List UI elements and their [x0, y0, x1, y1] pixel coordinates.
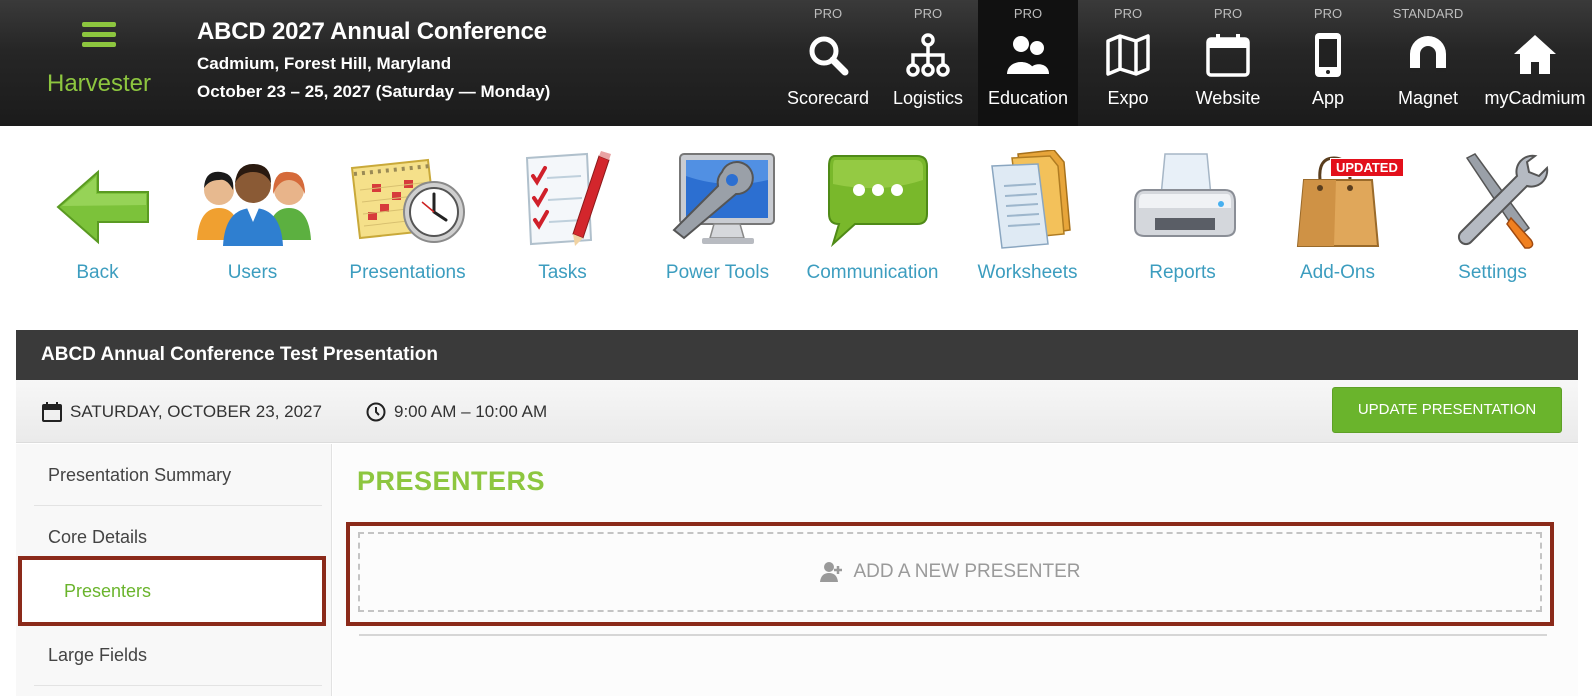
tier-badge: PRO	[1013, 6, 1043, 21]
module-label: Website	[1195, 88, 1261, 108]
tool-label: Reports	[1149, 262, 1216, 283]
date-text: SATURDAY, OCTOBER 23, 2027	[70, 402, 322, 421]
calendar-clock-icon	[350, 158, 465, 243]
module-label: App	[1311, 88, 1345, 108]
users-icon	[196, 164, 311, 246]
top-navigation-bar: Harvester ABCD 2027 Annual Conference Ca…	[0, 0, 1592, 126]
tier-badge: PRO	[813, 6, 843, 21]
module-magnet[interactable]: STANDARD Magnet	[1378, 0, 1478, 126]
tool-add-ons[interactable]: Add-Ons UPDATED	[1260, 150, 1415, 290]
event-title: ABCD 2027 Annual Conference	[197, 18, 547, 45]
tools-icon	[1457, 153, 1548, 249]
hamburger-menu-icon[interactable]	[82, 22, 116, 48]
tier-badge	[1478, 6, 1592, 22]
updated-badge: UPDATED	[1330, 158, 1404, 177]
event-location: Cadmium, Forest Hill, Maryland	[197, 54, 452, 73]
sidebar-item-presenters[interactable]: Presenters	[18, 556, 326, 626]
divider	[359, 634, 1547, 636]
add-presenter-highlight: ADD A NEW PRESENTER	[346, 522, 1554, 626]
module-app[interactable]: PRO App	[1278, 0, 1378, 126]
calendar-icon	[42, 402, 62, 422]
presentation-sidebar: Presentation Summary Core Details Presen…	[16, 444, 332, 696]
presentation-meta-bar: SATURDAY, OCTOBER 23, 2027 9:00 AM – 10:…	[16, 380, 1578, 443]
folders-icon	[990, 150, 1071, 249]
tool-label: Back	[76, 262, 119, 283]
tool-label: Worksheets	[977, 262, 1078, 283]
presentation-time: 9:00 AM – 10:00 AM	[366, 402, 547, 422]
tier-badge: PRO	[913, 6, 943, 21]
tool-reports[interactable]: Reports	[1105, 150, 1260, 290]
tool-communication[interactable]: Communication	[795, 150, 950, 290]
checklist-icon	[525, 151, 611, 246]
module-label: Education	[987, 88, 1069, 108]
module-label: Scorecard	[786, 88, 870, 108]
wrench-monitor-icon	[672, 153, 775, 244]
chat-bubble-icon	[827, 155, 928, 248]
tier-badge: PRO	[1313, 6, 1343, 21]
module-label: Logistics	[892, 88, 964, 108]
tool-presentations[interactable]: Presentations	[330, 150, 485, 290]
module-scorecard[interactable]: PRO Scorecard	[778, 0, 878, 126]
add-presenter-label: ADD A NEW PRESENTER	[853, 561, 1081, 582]
sidebar-item-presentation-summary[interactable]: Presentation Summary	[34, 444, 322, 506]
map-icon	[1106, 34, 1150, 76]
module-label: Magnet	[1397, 88, 1459, 108]
printer-icon	[1133, 153, 1236, 237]
module-website[interactable]: PRO Website	[1178, 0, 1278, 126]
module-label: Expo	[1107, 88, 1149, 108]
module-expo[interactable]: PRO Expo	[1078, 0, 1178, 126]
tool-power-tools[interactable]: Power Tools	[640, 150, 795, 290]
people-icon	[1007, 36, 1049, 74]
clock-icon	[366, 402, 386, 422]
module-education[interactable]: PRO Education	[978, 0, 1078, 126]
update-presentation-button[interactable]: UPDATE PRESENTATION	[1332, 387, 1562, 433]
home-icon	[1514, 35, 1556, 74]
brand[interactable]: Harvester	[34, 18, 164, 98]
org-chart-icon	[906, 33, 950, 77]
sidebar-item-large-fields[interactable]: Large Fields	[34, 624, 322, 686]
module-logistics[interactable]: PRO Logistics	[878, 0, 978, 126]
event-dates: October 23 – 25, 2027 (Saturday — Monday…	[197, 82, 551, 101]
phone-icon	[1315, 33, 1341, 77]
add-user-icon	[819, 562, 842, 582]
tool-label: Tasks	[538, 262, 587, 283]
tool-label: Power Tools	[665, 262, 770, 283]
tool-label: Add-Ons	[1300, 262, 1375, 283]
event-info: ABCD 2027 Annual Conference Cadmium, For…	[197, 18, 550, 102]
presentation-date: SATURDAY, OCTOBER 23, 2027	[42, 402, 322, 422]
tool-label: Settings	[1458, 262, 1527, 283]
magnet-icon	[1410, 36, 1446, 72]
time-text: 9:00 AM – 10:00 AM	[394, 402, 548, 421]
module-nav: PRO Scorecard PRO Logistics PRO Educatio…	[778, 0, 1592, 126]
tier-badge: PRO	[1113, 6, 1143, 21]
add-new-presenter-button[interactable]: ADD A NEW PRESENTER	[358, 532, 1542, 612]
tool-settings[interactable]: Settings	[1415, 150, 1570, 290]
tool-back[interactable]: Back	[20, 150, 175, 290]
calendar-icon	[1206, 34, 1250, 77]
tool-worksheets[interactable]: Worksheets	[950, 150, 1105, 290]
back-arrow-icon	[55, 169, 149, 245]
tools-row: Back Users Presentations Tasks Power Too…	[20, 150, 1572, 290]
presenters-content: PRESENTERS ADD A NEW PRESENTER	[333, 444, 1578, 696]
tier-badge: STANDARD	[1392, 6, 1464, 21]
app-name: Harvester	[46, 70, 152, 97]
tool-users[interactable]: Users	[175, 150, 330, 290]
tier-badge: PRO	[1213, 6, 1243, 21]
tool-label: Users	[227, 262, 278, 283]
tool-label: Communication	[806, 262, 939, 283]
presentation-title: ABCD Annual Conference Test Presentation	[16, 330, 1578, 380]
tool-label: Presentations	[349, 262, 466, 283]
module-mycadmium[interactable]: myCadmium	[1478, 0, 1592, 126]
module-label: myCadmium	[1484, 88, 1586, 108]
section-title: PRESENTERS	[357, 466, 546, 496]
tool-tasks[interactable]: Tasks	[485, 150, 640, 290]
search-icon	[809, 36, 849, 76]
